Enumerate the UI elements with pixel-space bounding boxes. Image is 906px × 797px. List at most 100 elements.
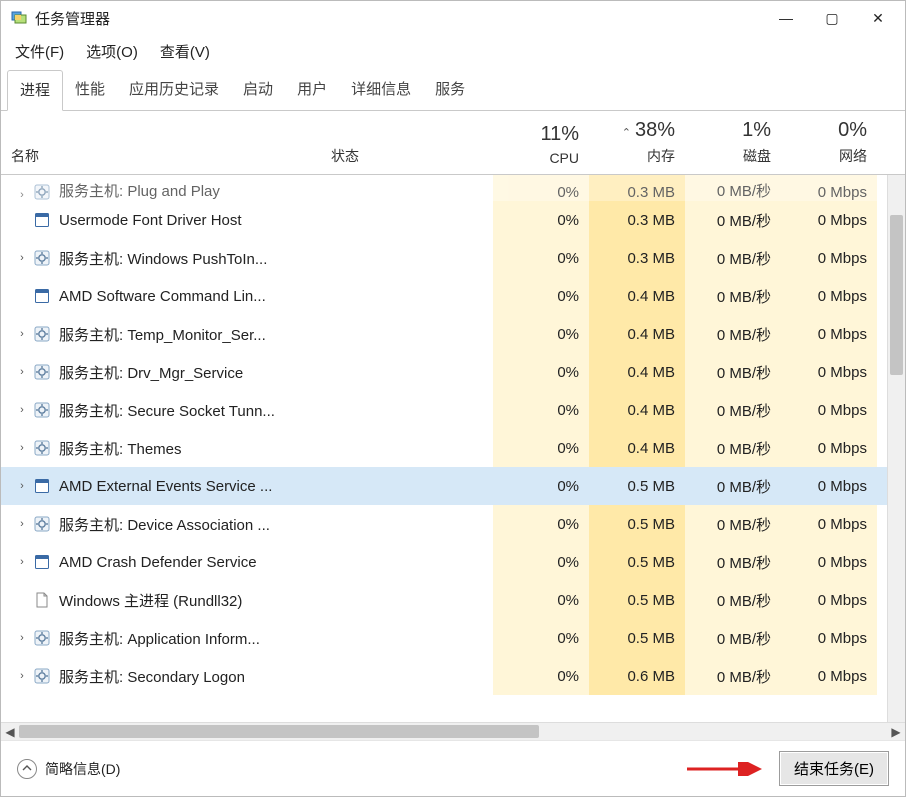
expand-toggle[interactable]: ›: [11, 328, 33, 340]
menu-bar: 文件(F) 选项(O) 查看(V): [1, 35, 905, 70]
gear-icon: [33, 363, 51, 381]
col-name[interactable]: 名称: [1, 142, 321, 174]
horizontal-scrollbar[interactable]: ◀ ▶: [1, 722, 905, 740]
cell-net: 0 Mbps: [781, 239, 877, 277]
scroll-thumb[interactable]: [19, 725, 539, 738]
expand-toggle[interactable]: ›: [11, 556, 33, 568]
cell-mem: 0.5 MB: [589, 619, 685, 657]
table-row[interactable]: ›AMD External Events Service ...0%0.5 MB…: [1, 467, 905, 505]
close-button[interactable]: ✕: [855, 2, 901, 34]
cell-mem: 0.6 MB: [589, 657, 685, 695]
cell-disk: 0 MB/秒: [685, 429, 781, 467]
cell-net: 0 Mbps: [781, 201, 877, 239]
cell-cpu: 0%: [493, 175, 589, 201]
fewer-details-toggle[interactable]: 简略信息(D): [17, 759, 120, 779]
title-bar: 任务管理器 — ▢ ✕: [1, 1, 905, 35]
end-task-button[interactable]: 结束任务(E): [779, 751, 889, 786]
cell-mem: 0.4 MB: [589, 277, 685, 315]
expand-toggle[interactable]: ›: [11, 632, 33, 644]
table-row[interactable]: ›服务主机: Themes0%0.4 MB0 MB/秒0 Mbps: [1, 429, 905, 467]
cell-mem: 0.4 MB: [589, 391, 685, 429]
cell-cpu: 0%: [493, 353, 589, 391]
table-row[interactable]: ›服务主机: Application Inform...0%0.5 MB0 MB…: [1, 619, 905, 657]
cell-mem: 0.4 MB: [589, 429, 685, 467]
cell-net: 0 Mbps: [781, 315, 877, 353]
tab-services[interactable]: 服务: [423, 70, 477, 110]
expand-toggle[interactable]: ›: [11, 670, 33, 682]
process-name: 服务主机: Application Inform...: [59, 628, 260, 649]
minimize-button[interactable]: —: [763, 2, 809, 34]
table-row[interactable]: ›服务主机: Temp_Monitor_Ser...0%0.4 MB0 MB/秒…: [1, 315, 905, 353]
table-row[interactable]: ›AMD Crash Defender Service0%0.5 MB0 MB/…: [1, 543, 905, 581]
tab-apphistory[interactable]: 应用历史记录: [117, 70, 231, 110]
menu-options[interactable]: 选项(O): [80, 39, 144, 64]
gear-icon: [33, 629, 51, 647]
expand-toggle[interactable]: ›: [11, 518, 33, 530]
process-name: 服务主机: Drv_Mgr_Service: [59, 362, 243, 383]
scroll-left-icon[interactable]: ◀: [1, 725, 19, 739]
cell-net: 0 Mbps: [781, 353, 877, 391]
cell-net: 0 Mbps: [781, 581, 877, 619]
table-row[interactable]: AMD Software Command Lin...0%0.4 MB0 MB/…: [1, 277, 905, 315]
maximize-button[interactable]: ▢: [809, 2, 855, 34]
table-row[interactable]: ›服务主机: Plug and Play0%0.3 MB0 MB/秒0 Mbps: [1, 175, 905, 201]
cell-disk: 0 MB/秒: [685, 391, 781, 429]
footer: 简略信息(D) 结束任务(E): [1, 740, 905, 796]
cell-cpu: 0%: [493, 239, 589, 277]
tab-processes[interactable]: 进程: [7, 70, 63, 111]
process-name: AMD Software Command Lin...: [59, 288, 266, 305]
process-name: 服务主机: Windows PushToIn...: [59, 248, 267, 269]
cell-disk: 0 MB/秒: [685, 353, 781, 391]
table-row[interactable]: Usermode Font Driver Host0%0.3 MB0 MB/秒0…: [1, 201, 905, 239]
expand-toggle[interactable]: ›: [11, 480, 33, 492]
cell-mem: 0.5 MB: [589, 467, 685, 505]
vertical-scrollbar[interactable]: [887, 175, 905, 722]
cell-cpu: 0%: [493, 657, 589, 695]
process-name: Windows 主进程 (Rundll32): [59, 590, 242, 611]
expand-toggle[interactable]: ›: [11, 366, 33, 378]
table-row[interactable]: Windows 主进程 (Rundll32)0%0.5 MB0 MB/秒0 Mb…: [1, 581, 905, 619]
cell-mem: 0.5 MB: [589, 581, 685, 619]
process-name: 服务主机: Device Association ...: [59, 514, 270, 535]
cell-net: 0 Mbps: [781, 429, 877, 467]
cell-net: 0 Mbps: [781, 175, 877, 201]
gear-icon: [33, 667, 51, 685]
gear-icon: [33, 515, 51, 533]
tab-users[interactable]: 用户: [285, 70, 339, 110]
menu-file[interactable]: 文件(F): [9, 39, 70, 64]
cell-disk: 0 MB/秒: [685, 657, 781, 695]
expand-toggle[interactable]: ›: [11, 404, 33, 416]
cell-net: 0 Mbps: [781, 657, 877, 695]
cell-net: 0 Mbps: [781, 619, 877, 657]
expand-toggle[interactable]: ›: [11, 189, 33, 201]
tab-details[interactable]: 详细信息: [339, 70, 423, 110]
table-row[interactable]: › 服务主机: Secondary Logon 0%0.6 MB0 MB/秒0 Mb…: [1, 657, 905, 695]
table-row[interactable]: ›服务主机: Device Association ...0%0.5 MB0 M…: [1, 505, 905, 543]
cell-net: 0 Mbps: [781, 543, 877, 581]
cell-disk: 0 MB/秒: [685, 467, 781, 505]
tab-performance[interactable]: 性能: [63, 70, 117, 110]
cell-cpu: 0%: [493, 467, 589, 505]
cell-net: 0 Mbps: [781, 505, 877, 543]
table-row[interactable]: ›服务主机: Secure Socket Tunn...0%0.4 MB0 MB…: [1, 391, 905, 429]
col-cpu[interactable]: 11%CPU: [493, 123, 589, 174]
process-name: 服务主机: Secondary Logon: [59, 666, 245, 687]
scroll-right-icon[interactable]: ▶: [887, 725, 905, 739]
expand-toggle[interactable]: ›: [11, 442, 33, 454]
col-status[interactable]: 状态: [321, 142, 493, 174]
col-memory[interactable]: ⌃38%内存: [589, 119, 685, 174]
menu-view[interactable]: 查看(V): [154, 39, 216, 64]
cell-net: 0 Mbps: [781, 391, 877, 429]
cell-disk: 0 MB/秒: [685, 619, 781, 657]
tab-startup[interactable]: 启动: [231, 70, 285, 110]
table-row[interactable]: ›服务主机: Drv_Mgr_Service0%0.4 MB0 MB/秒0 Mb…: [1, 353, 905, 391]
scroll-thumb[interactable]: [890, 215, 903, 375]
cell-disk: 0 MB/秒: [685, 201, 781, 239]
col-disk[interactable]: 1%磁盘: [685, 119, 781, 174]
table-row[interactable]: ›服务主机: Windows PushToIn...0%0.3 MB0 MB/秒…: [1, 239, 905, 277]
cell-disk: 0 MB/秒: [685, 175, 781, 201]
cell-cpu: 0%: [493, 505, 589, 543]
expand-toggle[interactable]: ›: [11, 252, 33, 264]
col-network[interactable]: 0%网络: [781, 119, 877, 174]
cell-cpu: 0%: [493, 201, 589, 239]
